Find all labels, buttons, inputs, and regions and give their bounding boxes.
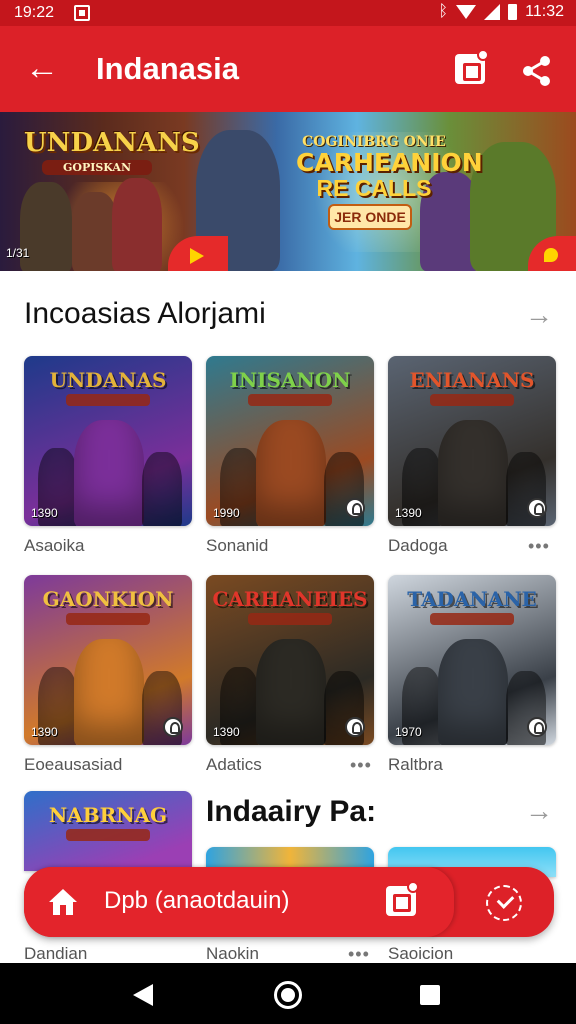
game-tile-subtitle-band	[430, 394, 514, 406]
battery-icon	[508, 4, 518, 20]
game-tile-subtitle-band	[430, 613, 514, 625]
banner-headline: COGINIBRG ONIE CARHEANION RE CALLS	[296, 134, 483, 201]
banner-logo-subtitle: GOPISKAN	[42, 160, 152, 175]
badge-dot	[407, 881, 419, 893]
game-tile[interactable]: CARHANEIES 1390	[206, 575, 374, 745]
game-tile-title: CARHANEIES	[212, 587, 368, 611]
wifi-icon	[456, 5, 477, 19]
banner-logo: UNDANANS GOPISKAN	[24, 128, 200, 175]
banner-counter: 1/31	[6, 246, 30, 260]
section-title: Indaairy Pa:	[206, 795, 377, 828]
game-tile-count: 1390	[31, 506, 58, 520]
signal-icon	[484, 4, 501, 20]
app-bar: ← Indanasia	[0, 26, 576, 112]
game-tile-count: 1970	[395, 725, 422, 739]
floating-bar-label: Dpb (anaotdauin)	[104, 887, 290, 914]
chevron-right-icon[interactable]: →	[524, 300, 554, 330]
more-icon[interactable]: •••	[350, 755, 372, 776]
download-badge-icon[interactable]	[527, 498, 547, 518]
game-tile-character	[438, 420, 508, 526]
nav-back-icon[interactable]	[133, 984, 153, 1006]
game-tile-subtitle-band	[66, 394, 150, 406]
more-icon[interactable]: •••	[348, 944, 370, 965]
game-tile-title: INISANON	[229, 368, 351, 392]
game-tile-count: 1390	[213, 725, 240, 739]
download-badge-icon[interactable]	[345, 717, 365, 737]
game-tile-character	[256, 420, 326, 526]
tile-caption: Dandian	[24, 944, 88, 963]
page-title: Indanasia	[96, 51, 239, 86]
featured-banner[interactable]: UNDANANS GOPISKAN COGINIBRG ONIE CARHEAN…	[0, 112, 576, 271]
status-time: 19:22	[14, 4, 55, 21]
tile-caption: Naokin	[206, 944, 259, 963]
share-icon[interactable]	[520, 54, 554, 88]
game-tile-character	[256, 639, 326, 745]
game-tile-title: GAONKION	[42, 587, 174, 611]
game-tile[interactable]: TADANANE 1970	[388, 575, 556, 745]
back-arrow-icon[interactable]: ←	[22, 50, 62, 90]
system-navigation-bar	[0, 963, 576, 1024]
game-tile[interactable]: ENIANANS 1390	[388, 356, 556, 526]
badge-dot	[477, 49, 489, 61]
game-tile-count: 1390	[395, 506, 422, 520]
nav-home-icon[interactable]	[274, 981, 302, 1009]
game-tile-title: NABRNAG	[48, 803, 168, 827]
nav-recents-icon[interactable]	[420, 985, 440, 1005]
download-badge-icon[interactable]	[163, 717, 183, 737]
banner-headline-sub: RE CALLS	[316, 175, 432, 201]
banner-logo-title: UNDANANS	[24, 128, 200, 158]
status-icons: ᛒ 11:32	[439, 3, 564, 21]
status-bar: 19:22 ᛒ 11:32	[0, 0, 576, 26]
home-icon[interactable]	[46, 885, 80, 919]
banner-headline-main: CARHEANION	[296, 148, 483, 177]
game-tile[interactable]: GAONKION 1390	[24, 575, 192, 745]
game-tile-title: ENIANANS	[409, 368, 535, 392]
game-tile[interactable]: INISANON 1990	[206, 356, 374, 526]
game-tile-character	[74, 420, 144, 526]
tile-caption: Raltbra	[388, 755, 443, 774]
game-tile[interactable]: NABRNAG	[24, 791, 192, 871]
tile-caption: Adatics	[206, 755, 262, 774]
game-tile-character	[74, 639, 144, 745]
banner-character	[112, 178, 162, 271]
notification-icon	[74, 5, 90, 21]
game-tile[interactable]: UNDANAS 1390	[24, 356, 192, 526]
game-tile-character	[438, 639, 508, 745]
chevron-right-icon[interactable]: →	[524, 796, 554, 826]
status-clock: 11:32	[525, 3, 564, 20]
game-tile-title: UNDANAS	[49, 368, 167, 392]
game-tile-subtitle-band	[66, 613, 150, 625]
tile-caption: Saoicion	[388, 944, 454, 963]
game-tile-subtitle-band	[248, 613, 332, 625]
game-tile-character	[142, 452, 182, 526]
bluetooth-icon: ᛒ	[438, 3, 449, 20]
tile-caption: Sonanid	[206, 536, 269, 555]
game-tile-title: TADANANE	[407, 587, 537, 611]
tile-caption: Dadoga	[388, 536, 448, 555]
section-title: Incoasias Alorjami	[24, 297, 266, 330]
tile-caption: Asaoika	[24, 536, 85, 555]
game-tile-subtitle-band	[66, 829, 150, 841]
banner-cta-button[interactable]: JER ONDE	[328, 204, 412, 230]
more-icon[interactable]: •••	[528, 536, 550, 557]
badge-square-icon[interactable]	[455, 49, 489, 84]
game-tile-count: 1990	[213, 506, 240, 520]
game-tile-subtitle-band	[248, 394, 332, 406]
floating-bar-main[interactable]: Dpb (anaotdauin)	[24, 867, 454, 937]
download-badge-icon[interactable]	[345, 498, 365, 518]
checkmark-circle-icon[interactable]	[486, 885, 522, 921]
badge-square-icon[interactable]	[386, 881, 419, 916]
tile-caption: Eoeausasiad	[24, 755, 123, 774]
download-badge-icon[interactable]	[527, 717, 547, 737]
floating-action-bar: Dpb (anaotdauin)	[24, 867, 554, 937]
game-tile-count: 1390	[31, 725, 58, 739]
